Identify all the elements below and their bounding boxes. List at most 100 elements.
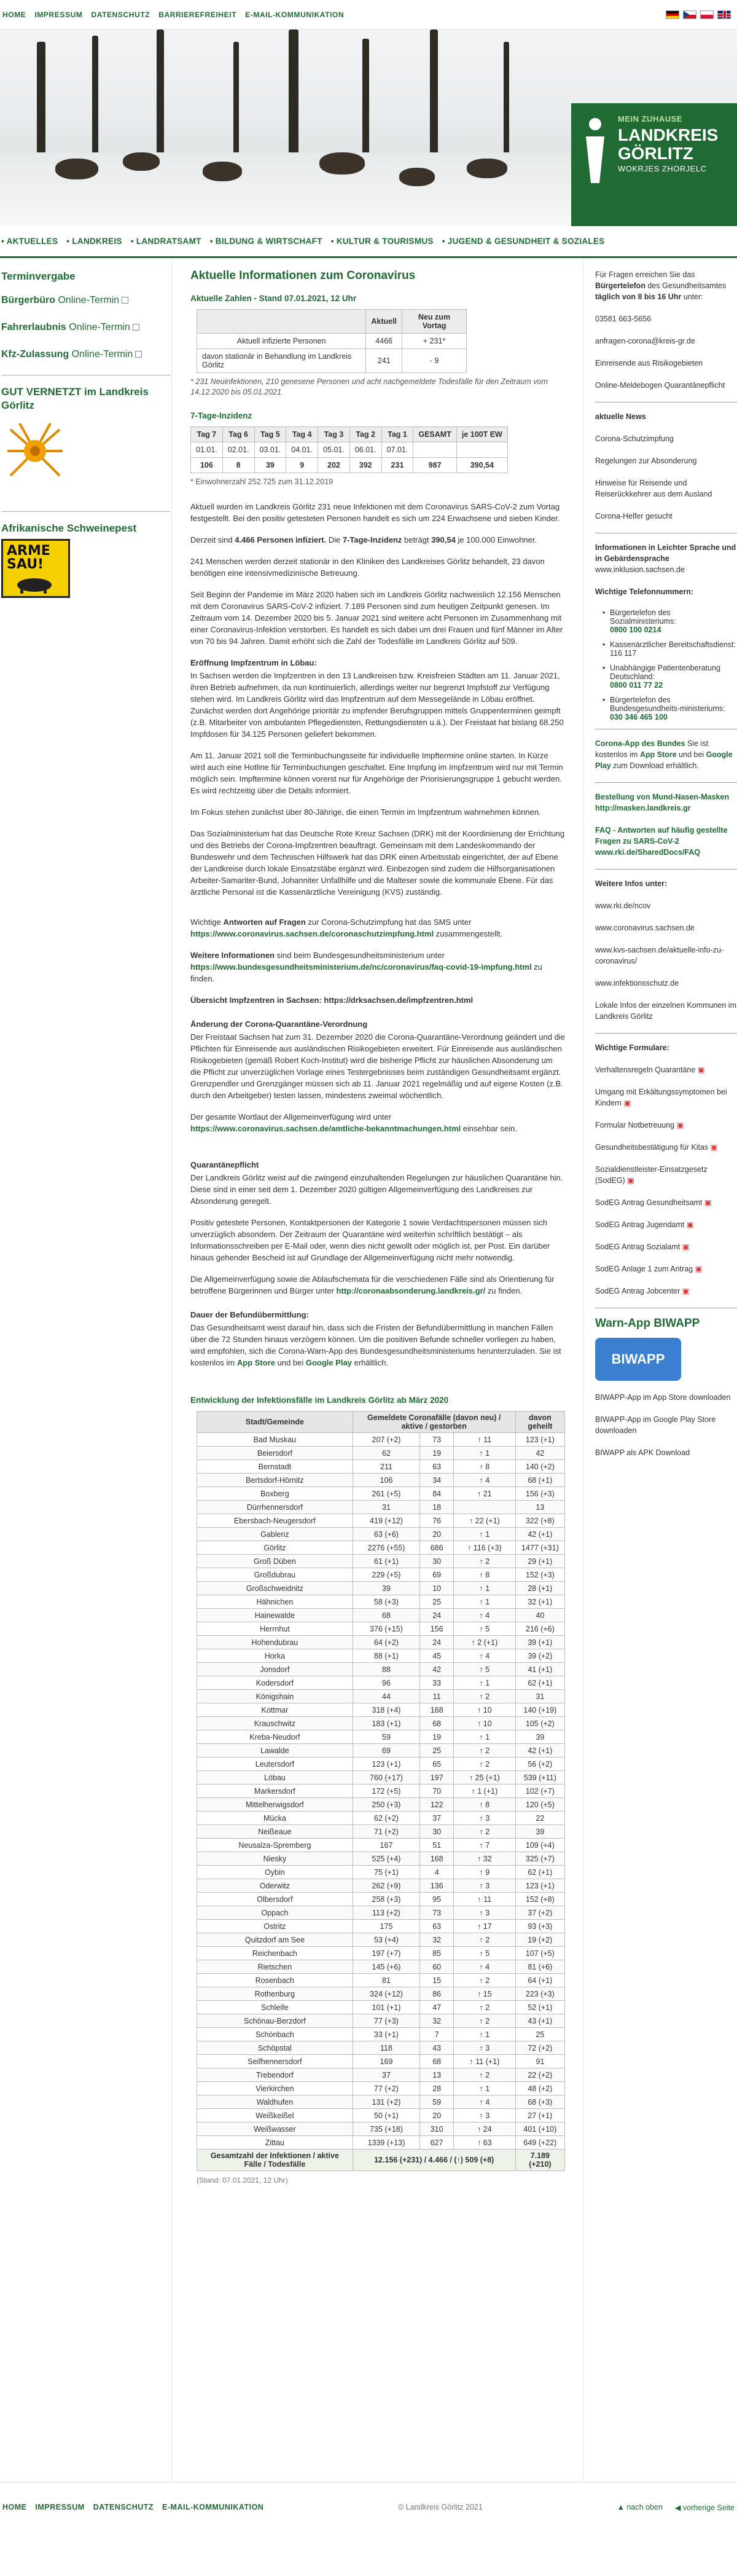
top-nav-email[interactable]: E-MAIL-KOMMUNIKATION	[245, 10, 344, 19]
form-link[interactable]: Verhaltensregeln Quarantäne ▣	[595, 1064, 737, 1075]
paragraph: 241 Menschen werden derzeit stationär in…	[190, 557, 545, 578]
table-cell	[413, 442, 457, 458]
table-cell: Horka	[197, 1649, 353, 1663]
table-cell: 9	[286, 457, 319, 473]
biwapp-apk-link[interactable]: BIWAPP als APK Download	[595, 1447, 737, 1458]
hotline-phone[interactable]: 03581 663-5656	[595, 313, 737, 324]
table-cell: ↑ 4	[453, 1473, 516, 1487]
form-link[interactable]: SodEG Antrag Jobcenter ▣	[595, 1286, 737, 1297]
rki-link[interactable]: www.rki.de/ncov	[595, 900, 737, 911]
news-link[interactable]: Corona-Helfer gesucht	[595, 511, 737, 522]
form-link[interactable]: SodEG Antrag Gesundheitsamt ▣	[595, 1197, 737, 1208]
masks-link[interactable]: http://masken.landkreis.gr	[595, 804, 691, 812]
biwapp-google-play-link[interactable]: BIWAPP-App im Google Play Store download…	[595, 1414, 737, 1436]
top-nav-impressum[interactable]: IMPRESSUM	[34, 10, 82, 19]
announcements-link[interactable]: https://www.coronavirus.sachsen.de/amtli…	[190, 1124, 461, 1133]
form-link[interactable]: Formular Notbetreuung ▣	[595, 1120, 737, 1131]
table-cell: 62	[352, 1446, 421, 1460]
fahrerlaubnis-link[interactable]: Fahrerlaubnis Online-Termin	[1, 321, 170, 334]
main-nav-jugend[interactable]: • JUGEND & GESUNDHEIT & SOZIALES	[442, 237, 605, 246]
bmg-faq-link[interactable]: https://www.bundesgesundheitsministerium…	[190, 962, 532, 972]
german-flag-icon[interactable]	[666, 10, 679, 19]
footer-datenschutz-link[interactable]: DATENSCHUTZ	[93, 2503, 154, 2511]
form-link[interactable]: Umgang mit Erkältungssymptomen bei Kinde…	[595, 1086, 737, 1109]
table-cell: 29 (+1)	[515, 1554, 566, 1568]
local-info-link[interactable]: Lokale Infos der einzelnen Kommunen im L…	[595, 1000, 737, 1022]
infektionsschutz-link[interactable]: www.infektionsschutz.de	[595, 978, 737, 989]
footer-home-link[interactable]: HOME	[2, 2503, 27, 2511]
back-to-top-link[interactable]: ▲ nach oben	[617, 2503, 663, 2512]
table-cell: 152 (+3)	[515, 1568, 566, 1582]
table-row: 01.01. 02.01. 03.01. 04.01. 05.01. 06.01. 07.0…	[190, 442, 508, 458]
absonderung-link[interactable]: http://coronaabsonderung.landkreis.gr/	[337, 1286, 486, 1295]
top-nav-home[interactable]: HOME	[2, 10, 26, 19]
table-row: Bertsdorf-Hörnitz 106 34 ↑ 4 68 (+1)	[197, 1473, 566, 1487]
external-link-icon	[135, 351, 142, 358]
arme-sau-banner[interactable]: ARME SAU!	[1, 539, 70, 598]
biwapp-app-store-link[interactable]: BIWAPP-App im App Store downloaden	[595, 1392, 737, 1403]
rki-faq-link[interactable]: www.rki.de/SharedDocs/FAQ	[595, 848, 700, 857]
paragraph: Im Fokus stehen zunächst über 80-Jährige…	[190, 807, 541, 817]
easy-language-heading: Informationen in Leichter Sprache und in…	[595, 543, 736, 563]
kvs-link[interactable]: www.kvs-sachsen.de/aktuelle-info-zu-coro…	[595, 944, 737, 967]
news-link[interactable]: Regelungen zur Absonderung	[595, 455, 737, 466]
form-link[interactable]: Gesundheitsbestätigung für Kitas ▣	[595, 1142, 737, 1153]
main-content: Aktuelle Informationen zum Coronavirus A…	[172, 258, 583, 2482]
main-nav-bildung[interactable]: • BILDUNG & WIRTSCHAFT	[210, 237, 322, 246]
more-info-heading: Weitere Infos unter:	[595, 879, 668, 888]
table-cell: 52 (+1)	[515, 2000, 566, 2014]
external-link-icon	[122, 297, 129, 304]
news-link[interactable]: Corona-Schutzimpfung	[595, 433, 737, 444]
news-link[interactable]: Hinweise für Reisende und Reiserückkehre…	[595, 477, 737, 500]
table-cell: 131 (+2)	[352, 2095, 421, 2109]
table-cell: 539 (+11)	[515, 1770, 566, 1785]
table-cell: 19	[419, 1730, 454, 1744]
landkreis-logo[interactable]: MEIN ZUHAUSE LANDKREIS GÖRLITZ WOKRJES Z…	[571, 103, 737, 226]
table-cell: 13	[419, 2068, 454, 2082]
table-cell: 64 (+2)	[352, 1635, 421, 1649]
main-nav-landratsamt[interactable]: • LANDRATSAMT	[131, 237, 201, 246]
table-cell: ↑ 1	[453, 2081, 516, 2095]
buergerbuero-link[interactable]: Bürgerbüro Online-Termin	[1, 294, 170, 307]
form-link[interactable]: SodEG Anlage 1 zum Antrag ▣	[595, 1263, 737, 1274]
czech-flag-icon[interactable]	[683, 10, 696, 19]
app-store-link[interactable]: App Store	[640, 750, 677, 759]
previous-page-link[interactable]: ◀ vorherige Seite	[675, 2503, 735, 2512]
risk-areas-link[interactable]: Einreisende aus Risikogebieten	[595, 358, 737, 369]
table-cell: Mücka	[197, 1811, 353, 1825]
table-cell: ↑ 1	[453, 1730, 516, 1744]
table-cell: 24	[419, 1608, 454, 1622]
vaccination-centers-link[interactable]: Übersicht Impfzentren in Sachsen: https:…	[190, 994, 565, 1006]
network-spider-icon[interactable]	[1, 417, 69, 485]
coronavirus-sachsen-link[interactable]: www.coronavirus.sachsen.de	[595, 922, 737, 933]
main-nav-aktuelles[interactable]: • AKTUELLES	[1, 237, 58, 246]
form-link[interactable]: Sozialdienstleister-Einsatzgesetz (SodEG…	[595, 1164, 737, 1186]
schweinepest-heading[interactable]: Afrikanische Schweinepest	[1, 522, 170, 535]
top-nav-datenschutz[interactable]: DATENSCHUTZ	[91, 10, 150, 19]
table-cell: 51	[419, 1838, 454, 1852]
table-cell: 156 (+3)	[515, 1486, 566, 1501]
form-link[interactable]: SodEG Antrag Jugendamt ▣	[595, 1219, 737, 1230]
main-nav-kultur[interactable]: • KULTUR & TOURISMUS	[331, 237, 434, 246]
hotline-email[interactable]: anfragen-corona@kreis-gr.de	[595, 336, 737, 347]
polish-flag-icon[interactable]	[700, 10, 714, 19]
footer-impressum-link[interactable]: IMPRESSUM	[36, 2503, 85, 2511]
footer-email-link[interactable]: E-MAIL-KOMMUNIKATION	[162, 2503, 263, 2511]
form-link[interactable]: SodEG Antrag Sozialamt ▣	[595, 1241, 737, 1252]
gut-vernetzt-link[interactable]: GUT VERNETZT im Landkreis Görlitz	[1, 385, 170, 412]
inklusion-link[interactable]: www.inklusion.sachsen.de	[595, 564, 737, 575]
main-nav-landkreis[interactable]: • LANDKREIS	[66, 237, 122, 246]
table-cell: 20	[419, 1527, 454, 1541]
table-cell: 118	[352, 2041, 421, 2055]
table-cell: 318 (+4)	[352, 1703, 421, 1717]
table-cell: 525 (+4)	[352, 1852, 421, 1866]
english-flag-icon[interactable]	[717, 10, 731, 19]
quarantine-form-link[interactable]: Online-Meldebogen Quarantänepflicht	[595, 380, 737, 391]
biwapp-logo[interactable]: BIWAPP	[595, 1338, 681, 1381]
top-nav-barrierefreiheit[interactable]: BARRIEREFREIHEIT	[158, 10, 236, 19]
sms-vaccination-link[interactable]: https://www.coronavirus.sachsen.de/coron…	[190, 929, 434, 938]
kfz-zulassung-link[interactable]: Kfz-Zulassung Online-Termin	[1, 348, 170, 361]
table-cell: 175	[352, 1919, 421, 1933]
app-store-link[interactable]: App Store	[237, 1358, 275, 1367]
google-play-link[interactable]: Google Play	[306, 1358, 352, 1367]
